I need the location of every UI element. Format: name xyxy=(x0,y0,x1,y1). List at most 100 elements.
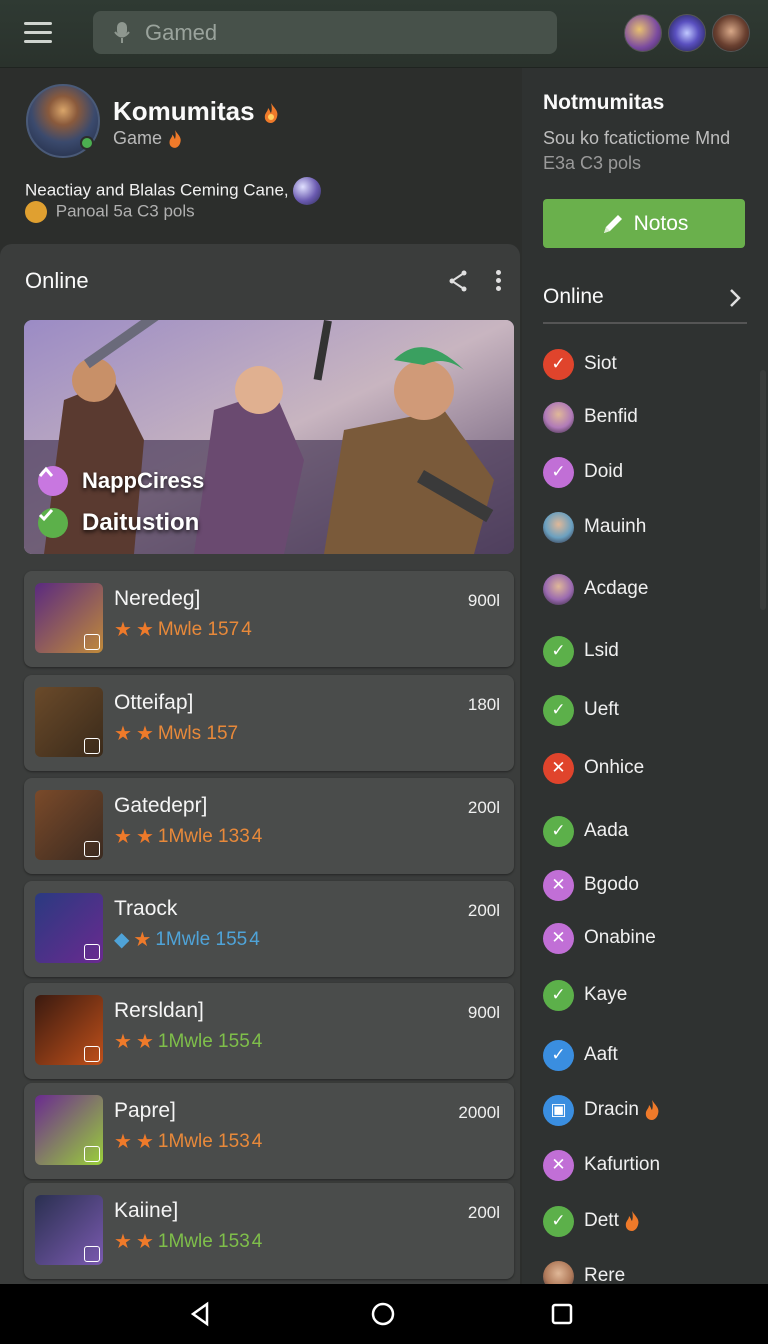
star-icon: ★ xyxy=(114,723,132,745)
game-card[interactable]: Otteifap] 180l ★ ★ Mwls 157 xyxy=(24,675,514,771)
game-player-count: 180l xyxy=(467,695,500,714)
game-meta: ★ ★ Mwls 157 xyxy=(114,721,238,746)
community-stats: Panoal 5a C3 pols xyxy=(25,201,195,223)
sidebar-member-item[interactable]: ✕ Onabine xyxy=(543,922,656,954)
game-meta-text: 1Mwle 155 xyxy=(155,928,248,950)
game-meta-tail: 4 xyxy=(249,928,260,950)
system-nav-bar xyxy=(0,1284,768,1344)
share-icon[interactable] xyxy=(448,270,468,292)
game-thumbnail xyxy=(35,583,103,653)
avatar xyxy=(543,511,574,543)
diamond-icon: ◆ xyxy=(114,929,130,951)
sidebar-stats: E3a C3 pols xyxy=(543,153,642,173)
star-icon: ★ xyxy=(135,1231,154,1253)
game-card[interactable]: Kaiine] 200l ★ ★ 1Mwle 153 4 xyxy=(24,1183,514,1279)
game-card[interactable]: Rersldan] 900l ★ ★ 1Mwle 155 4 xyxy=(24,983,514,1079)
game-meta-text: Mwle 157 xyxy=(157,618,240,640)
game-badge-icon xyxy=(84,841,100,857)
menu-icon[interactable] xyxy=(24,22,52,46)
game-thumbnail xyxy=(35,1095,103,1165)
game-badge-icon xyxy=(84,738,100,754)
game-meta: ★ ★ 1Mwle 153 4 xyxy=(114,1229,262,1254)
game-card[interactable]: Papre] 2000l ★ ★ 1Mwle 153 4 xyxy=(24,1083,514,1179)
more-options-icon[interactable] xyxy=(492,268,504,294)
sidebar-member-label: Acdage xyxy=(584,578,649,599)
sidebar-member-item[interactable]: Benfid xyxy=(543,401,638,433)
game-meta: ★ ★ Mwle 157 4 xyxy=(114,617,252,642)
sidebar-member-label: Dett xyxy=(584,1210,619,1231)
sidebar-member-label: Ueft xyxy=(584,699,619,720)
check-icon: ✓ xyxy=(543,456,574,488)
home-icon[interactable] xyxy=(370,1301,396,1327)
flame-icon xyxy=(169,130,181,149)
game-badge-icon xyxy=(84,944,100,960)
hero-line-2: Daitustion xyxy=(38,508,199,538)
game-meta-text: Mwls 157 xyxy=(157,722,239,744)
sidebar-member-item[interactable]: ✓ Dett xyxy=(543,1205,641,1237)
game-player-count: 200l xyxy=(467,1203,500,1222)
sidebar-member-item[interactable]: ✓ Lsid xyxy=(543,635,619,667)
sidebar-member-label: Kaye xyxy=(584,984,628,1005)
game-meta-tail: 4 xyxy=(251,1130,263,1152)
sidebar-member-item[interactable]: ✕ Bgodo xyxy=(543,869,639,901)
game-name: Gatedepr] xyxy=(114,794,208,817)
game-name: Traock xyxy=(114,897,178,920)
recents-icon[interactable] xyxy=(549,1301,575,1327)
sidebar-member-item[interactable]: ✓ Kaye xyxy=(543,979,627,1011)
user-avatar-1[interactable] xyxy=(624,14,662,52)
microphone-icon[interactable] xyxy=(109,20,135,46)
scrollbar[interactable] xyxy=(760,370,766,610)
game-meta-text: 1Mwle 153 xyxy=(157,1130,250,1152)
divider xyxy=(543,322,747,324)
game-card[interactable]: Neredeg] 900l ★ ★ Mwle 157 4 xyxy=(24,571,514,667)
game-meta-text: 1Mwle 155 xyxy=(157,1030,250,1052)
game-card[interactable]: Traock 200l ◆ ★ 1Mwle 155 4 xyxy=(24,881,514,977)
game-player-count: 900l xyxy=(467,591,500,610)
sidebar-member-item[interactable]: ✓ Aaft xyxy=(543,1039,618,1071)
sidebar-member-item[interactable]: ▣ Dracin xyxy=(543,1094,661,1126)
search-placeholder: Gamed xyxy=(145,19,218,45)
community-avatar[interactable] xyxy=(26,84,100,158)
avatar xyxy=(543,573,574,605)
sidebar-member-item[interactable]: ✓ Aada xyxy=(543,815,628,847)
pencil-icon xyxy=(603,214,622,233)
sidebar-member-item[interactable]: Mauinh xyxy=(543,511,646,543)
game-card[interactable]: Gatedepr] 200l ★ ★ 1Mwle 133 4 xyxy=(24,778,514,874)
check-icon: ✓ xyxy=(543,348,574,380)
sidebar-member-item[interactable]: ✕ Kafurtion xyxy=(543,1149,660,1181)
sidebar-member-item[interactable]: Acdage xyxy=(543,573,648,605)
sidebar-member-label: Lsid xyxy=(584,640,619,661)
search-input[interactable]: Gamed xyxy=(93,11,557,54)
sidebar-member-label: Aaft xyxy=(584,1044,618,1065)
check-icon: ✓ xyxy=(543,694,574,726)
star-icon: ★ xyxy=(133,929,152,951)
game-badge-icon xyxy=(84,634,100,650)
user-avatar-2[interactable] xyxy=(668,14,706,52)
flame-icon xyxy=(625,1211,639,1231)
game-badge-icon xyxy=(84,1146,100,1162)
sidebar-member-label: Mauinh xyxy=(584,516,647,537)
notos-button[interactable]: Notos xyxy=(543,199,745,248)
sidebar-member-item[interactable]: ✓ Siot xyxy=(543,348,617,380)
chevron-right-icon[interactable] xyxy=(728,287,742,309)
game-meta-tail: 4 xyxy=(241,618,252,640)
star-icon: ★ xyxy=(114,1131,132,1153)
game-meta: ◆ ★ 1Mwle 155 4 xyxy=(114,927,260,952)
user-avatar-3[interactable] xyxy=(712,14,750,52)
online-section-title: Online xyxy=(25,268,89,293)
sidebar-member-item[interactable]: ✕ Onhice xyxy=(543,752,644,784)
planet-icon xyxy=(293,177,322,205)
cross-icon: ✕ xyxy=(543,922,574,954)
game-thumbnail xyxy=(35,1195,103,1265)
sidebar-member-item[interactable]: ✓ Doid xyxy=(543,456,623,488)
community-subtitle: Game xyxy=(113,128,183,149)
game-meta-tail: 4 xyxy=(251,825,263,847)
game-meta-text: 1Mwle 133 xyxy=(157,825,250,847)
game-player-count: 200l xyxy=(467,798,500,817)
back-icon[interactable] xyxy=(187,1301,213,1327)
sidebar-member-label: Benfid xyxy=(584,406,638,427)
game-badge-icon xyxy=(84,1046,100,1062)
game-thumbnail xyxy=(35,687,103,757)
featured-game-banner[interactable]: NappCiress Daitustion xyxy=(24,320,514,554)
sidebar-member-item[interactable]: ✓ Ueft xyxy=(543,694,619,726)
